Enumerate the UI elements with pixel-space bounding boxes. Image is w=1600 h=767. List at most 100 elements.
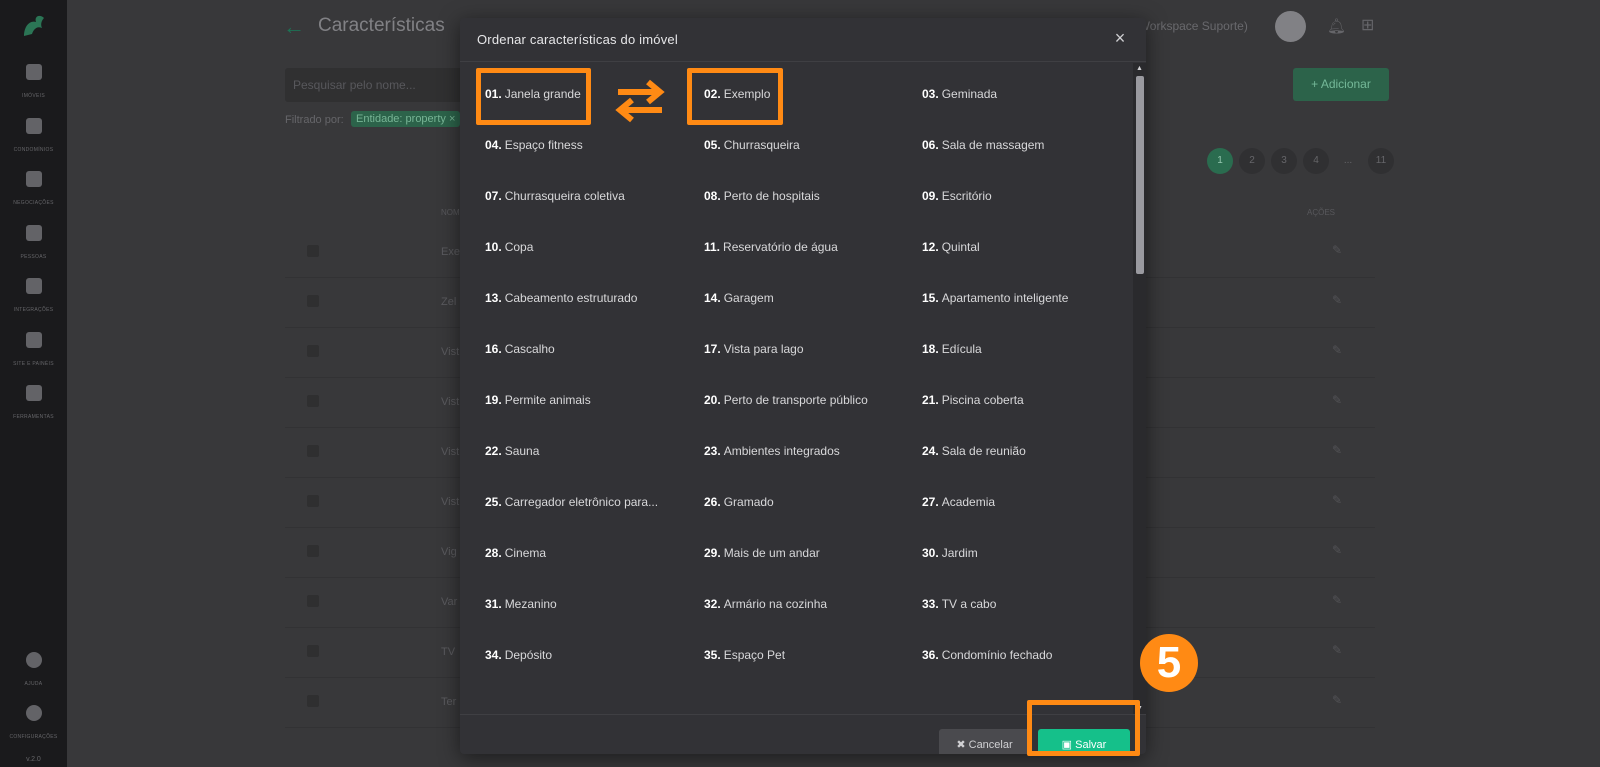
feature-label: Quintal [941,240,980,254]
swap-arrows-icon [615,79,665,123]
feature-number: 03. [922,87,939,101]
feature-number: 15. [922,291,939,305]
save-label: Salvar [1075,739,1107,751]
scrollbar[interactable]: ▲ ▼ [1133,63,1146,714]
feature-item[interactable]: 09. Escritório [922,189,992,203]
feature-item[interactable]: 10. Copa [485,240,533,254]
feature-label: Piscina coberta [941,393,1024,407]
feature-item[interactable]: 04. Espaço fitness [485,138,583,152]
feature-item[interactable]: 35. Espaço Pet [704,648,785,662]
feature-item[interactable]: 07. Churrasqueira coletiva [485,189,625,203]
feature-number: 05. [704,138,721,152]
feature-label: Carregador eletrônico para... [504,495,659,509]
feature-label: Sala de massagem [941,138,1045,152]
feature-number: 27. [922,495,939,509]
feature-item[interactable]: 36. Condomínio fechado [922,648,1052,662]
feature-item[interactable]: 13. Cabeamento estruturado [485,291,637,305]
feature-number: 13. [485,291,502,305]
feature-item[interactable]: 15. Apartamento inteligente [922,291,1068,305]
feature-label: Espaço Pet [723,648,786,662]
feature-item[interactable]: 05. Churrasqueira [704,138,800,152]
feature-item[interactable]: 18. Edícula [922,342,982,356]
feature-label: Mais de um andar [723,546,820,560]
feature-item[interactable]: 17. Vista para lago [704,342,804,356]
feature-item[interactable]: 14. Garagem [704,291,774,305]
feature-item[interactable]: 16. Cascalho [485,342,555,356]
feature-number: 11. [704,240,721,254]
feature-number: 25. [485,495,502,509]
feature-number: 29. [704,546,721,560]
feature-number: 17. [704,342,721,356]
feature-item[interactable]: 08. Perto de hospitais [704,189,820,203]
feature-item[interactable]: 22. Sauna [485,444,539,458]
cancel-button[interactable]: ✖ Cancelar [939,729,1030,754]
feature-number: 30. [922,546,939,560]
feature-label: Sala de reunião [941,444,1026,458]
scroll-down-icon[interactable]: ▼ [1136,705,1143,712]
feature-label: Armário na cozinha [723,597,828,611]
feature-number: 08. [704,189,721,203]
feature-number: 20. [704,393,721,407]
feature-number: 07. [485,189,502,203]
feature-item[interactable]: 29. Mais de um andar [704,546,820,560]
feature-item[interactable]: 34. Depósito [485,648,552,662]
feature-label: Ambientes integrados [723,444,840,458]
feature-item[interactable]: 30. Jardim [922,546,978,560]
feature-item[interactable]: 03. Geminada [922,87,997,101]
feature-item[interactable]: 33. TV a cabo [922,597,996,611]
feature-label: Vista para lago [723,342,804,356]
feature-item[interactable]: 06. Sala de massagem [922,138,1044,152]
feature-number: 16. [485,342,502,356]
feature-label: Perto de transporte público [723,393,868,407]
modal-body: 01. Janela grande 02. Exemplo 03. Geminada 04.… [460,63,1146,714]
feature-item[interactable]: 01. Janela grande [485,87,581,101]
feature-item[interactable]: 12. Quintal [922,240,980,254]
feature-number: 28. [485,546,502,560]
feature-label: Garagem [723,291,774,305]
feature-item[interactable]: 28. Cinema [485,546,546,560]
scroll-up-icon[interactable]: ▲ [1136,65,1143,72]
feature-number: 33. [922,597,939,611]
feature-label: Exemplo [723,87,771,101]
close-icon[interactable]: × [1110,28,1130,49]
save-button[interactable]: ▣ Salvar [1038,729,1130,754]
feature-label: Copa [504,240,534,254]
feature-label: Cinema [504,546,547,560]
feature-number: 06. [922,138,939,152]
feature-label: Churrasqueira coletiva [504,189,625,203]
feature-item[interactable]: 26. Gramado [704,495,774,509]
feature-item[interactable]: 23. Ambientes integrados [704,444,840,458]
feature-label: Academia [941,495,996,509]
feature-label: Permite animais [504,393,591,407]
feature-item[interactable]: 32. Armário na cozinha [704,597,827,611]
feature-number: 31. [485,597,502,611]
feature-item[interactable]: 21. Piscina coberta [922,393,1024,407]
feature-label: Cascalho [504,342,555,356]
feature-item[interactable]: 31. Mezanino [485,597,557,611]
feature-label: Reservatório de água [723,240,838,254]
feature-number: 10. [485,240,502,254]
feature-label: Depósito [504,648,553,662]
feature-item[interactable]: 27. Academia [922,495,995,509]
close-icon: ✖ [956,739,966,751]
feature-number: 04. [485,138,502,152]
feature-item[interactable]: 11. Reservatório de água [704,240,838,254]
feature-number: 22. [485,444,502,458]
feature-number: 09. [922,189,939,203]
feature-item[interactable]: 02. Exemplo [704,87,770,101]
feature-number: 36. [922,648,939,662]
feature-label: Cabeamento estruturado [504,291,638,305]
feature-label: Espaço fitness [504,138,583,152]
scrollbar-thumb[interactable] [1136,76,1144,274]
feature-item[interactable]: 24. Sala de reunião [922,444,1026,458]
feature-item[interactable]: 20. Perto de transporte público [704,393,868,407]
feature-item[interactable]: 25. Carregador eletrônico para... [485,495,658,509]
modal-header: Ordenar características do imóvel × [460,18,1146,62]
feature-number: 35. [704,648,721,662]
feature-label: Condomínio fechado [941,648,1053,662]
feature-label: Geminada [941,87,998,101]
floppy-disk-icon: ▣ [1061,739,1073,751]
feature-number: 34. [485,648,502,662]
feature-item[interactable]: 19. Permite animais [485,393,591,407]
feature-number: 21. [922,393,939,407]
